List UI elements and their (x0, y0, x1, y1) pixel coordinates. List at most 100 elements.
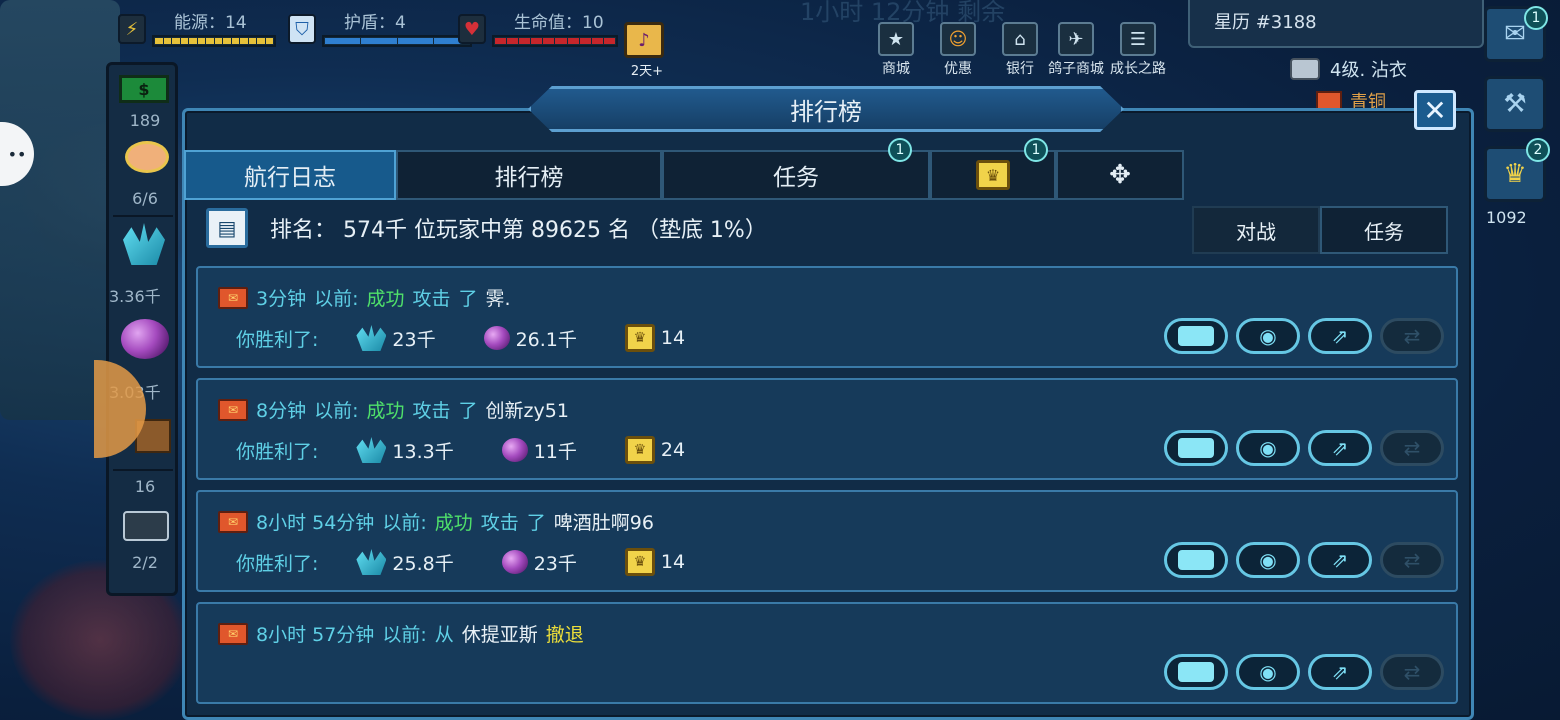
mineral-crystal-icon[interactable] (123, 223, 165, 265)
swap-arrows-icon: ⇄ (1403, 548, 1421, 572)
reward-minerals: 25.8千 (356, 549, 454, 576)
tab-leaderboard[interactable]: 排行榜 (396, 150, 662, 200)
gas-orb-icon[interactable] (121, 319, 169, 359)
drone-count: 2/2 (132, 553, 158, 572)
robot-face-icon: •• (7, 144, 27, 164)
hammer-icon: ⚒ (1503, 89, 1527, 119)
revenge-button[interactable]: ⇄ (1380, 654, 1444, 690)
supply-count: 16 (134, 477, 156, 496)
calendar-boost-icon[interactable]: ♪ (624, 22, 664, 58)
trophy-badge: 2 (1526, 138, 1550, 162)
video-camera-icon (1178, 326, 1214, 346)
replay-button[interactable] (1164, 430, 1228, 466)
document-icon: ☰ (1120, 22, 1156, 56)
gas-orb-icon (483, 326, 510, 350)
view-button[interactable]: ◉ (1236, 430, 1300, 466)
log-entry: ✉ 8小时 54分钟 以前: 成功 攻击 了 啤酒肚啊96 你胜利了: 25.8… (196, 490, 1458, 592)
reward-trophies: ♛ 24 (624, 436, 685, 464)
replay-button[interactable] (1164, 654, 1228, 690)
log-entry: ✉ 8分钟 以前: 成功 攻击 了 创新zy51 你胜利了: 13.3千 11千… (196, 378, 1458, 480)
reward-gas: 11千 (501, 437, 577, 464)
video-camera-icon (1178, 438, 1214, 458)
battle-mail-icon: ✉ (218, 510, 248, 533)
location-name[interactable]: 休提亚斯 (462, 620, 538, 647)
energy-label: 能源：14 (174, 13, 247, 33)
replay-button[interactable] (1164, 542, 1228, 578)
trophy-icon: ♛ (624, 324, 655, 352)
chat-bubble-icon: ✉ (1504, 19, 1526, 49)
gas-orb-icon (501, 438, 528, 462)
cash-icon[interactable]: $ (119, 75, 169, 103)
filter-battles[interactable]: 对战 (1192, 206, 1320, 254)
opponent-name[interactable]: 啤酒肚啊96 (554, 508, 654, 535)
dialog-title: 排行榜 (528, 86, 1124, 132)
revenge-button[interactable]: ⇄ (1380, 430, 1444, 466)
share-button[interactable]: ⇗ (1308, 318, 1372, 354)
trophy-icon: ♛ (976, 160, 1010, 190)
resource-sidebar: $ 189 6/6 3.36千 3.03千 16 2/2 (106, 62, 178, 596)
trophies-badge: 1 (1024, 138, 1048, 162)
share-button[interactable]: ⇗ (1308, 430, 1372, 466)
energy-bar (152, 35, 276, 47)
nav-bank[interactable]: ⌂ 银行 (1002, 22, 1038, 78)
close-button[interactable]: ✕ (1414, 90, 1456, 130)
share-button[interactable]: ⇗ (1308, 654, 1372, 690)
drone-camera-icon[interactable] (123, 511, 169, 541)
opponent-name[interactable]: 霁. (486, 284, 511, 311)
life-stat: ♥ 生命值：10 (458, 14, 618, 47)
nav-shop[interactable]: ★ 商城 (878, 22, 914, 78)
view-button[interactable]: ◉ (1236, 654, 1300, 690)
replay-button[interactable] (1164, 318, 1228, 354)
log-entry: ✉ 3分钟 以前: 成功 攻击 了 霁. 你胜利了: 23千 26.1千 ♛ 14… (196, 266, 1458, 368)
tab-controls[interactable]: ✥ (1056, 150, 1184, 200)
player-level[interactable]: 4级. 沾衣 (1290, 56, 1407, 82)
battle-mail-icon: ✉ (218, 286, 248, 309)
filter-missions[interactable]: 任务 (1320, 206, 1448, 254)
trophy-icon: ♛ (624, 436, 655, 464)
swap-arrows-icon: ⇄ (1403, 660, 1421, 684)
rank-text: 排名： 574千 位玩家中第 89625 名 （垫底 1%） (270, 218, 767, 243)
gas-orb-icon (501, 550, 528, 574)
mineral-crystal-icon (356, 437, 387, 463)
nav-growth-path[interactable]: ☰ 成长之路 (1110, 22, 1166, 78)
close-icon: ✕ (1423, 93, 1447, 127)
build-button[interactable]: ⚒ (1484, 76, 1546, 132)
chat-badge: 1 (1524, 6, 1548, 30)
nav-deals[interactable]: ☺ 优惠 (940, 22, 976, 78)
share-icon: ⇗ (1331, 548, 1349, 572)
share-button[interactable]: ⇗ (1308, 542, 1372, 578)
tab-voyage-log[interactable]: 航行日志 (184, 150, 396, 200)
swap-arrows-icon: ⇄ (1403, 436, 1421, 460)
share-icon: ⇗ (1331, 436, 1349, 460)
heart-icon: ♥ (458, 14, 486, 44)
revenge-button[interactable]: ⇄ (1380, 542, 1444, 578)
eye-icon: ◉ (1259, 548, 1277, 572)
mineral-count: 3.36千 (109, 287, 161, 306)
battle-mail-icon: ✉ (218, 622, 248, 645)
opponent-name[interactable]: 创新zy51 (486, 396, 569, 423)
rank-summary: ▤ 排名： 574千 位玩家中第 89625 名 （垫底 1%） (206, 208, 767, 248)
crew-face-icon[interactable] (125, 141, 169, 173)
trophy-icon: ♛ (1503, 159, 1527, 189)
log-entry: ✉ 8小时 57分钟 以前: 从 休提亚斯 撤退 ◉ ⇗ ⇄ (196, 602, 1458, 704)
stardate: 星历 #3188 (1188, 0, 1484, 48)
cash-value: 189 (129, 111, 161, 130)
view-button[interactable]: ◉ (1236, 318, 1300, 354)
reward-minerals: 13.3千 (356, 437, 454, 464)
revenge-button[interactable]: ⇄ (1380, 318, 1444, 354)
nav-pigeon-shop[interactable]: ✈ 鸽子商城 (1048, 22, 1104, 78)
missions-badge: 1 (888, 138, 912, 162)
reward-gas: 23千 (501, 549, 577, 576)
bank-icon: ⌂ (1002, 22, 1038, 56)
pumpkin-icon: ☺ (940, 22, 976, 56)
eye-icon: ◉ (1259, 436, 1277, 460)
life-bar (492, 35, 618, 47)
trophy-icon: ♛ (624, 548, 655, 576)
log-document-icon[interactable]: ▤ (206, 208, 248, 248)
view-button[interactable]: ◉ (1236, 542, 1300, 578)
life-label: 生命值：10 (514, 13, 604, 33)
mineral-crystal-icon (356, 549, 387, 575)
swap-arrows-icon: ⇄ (1403, 324, 1421, 348)
crew-count: 6/6 (132, 189, 158, 208)
shield-bar (322, 35, 472, 47)
